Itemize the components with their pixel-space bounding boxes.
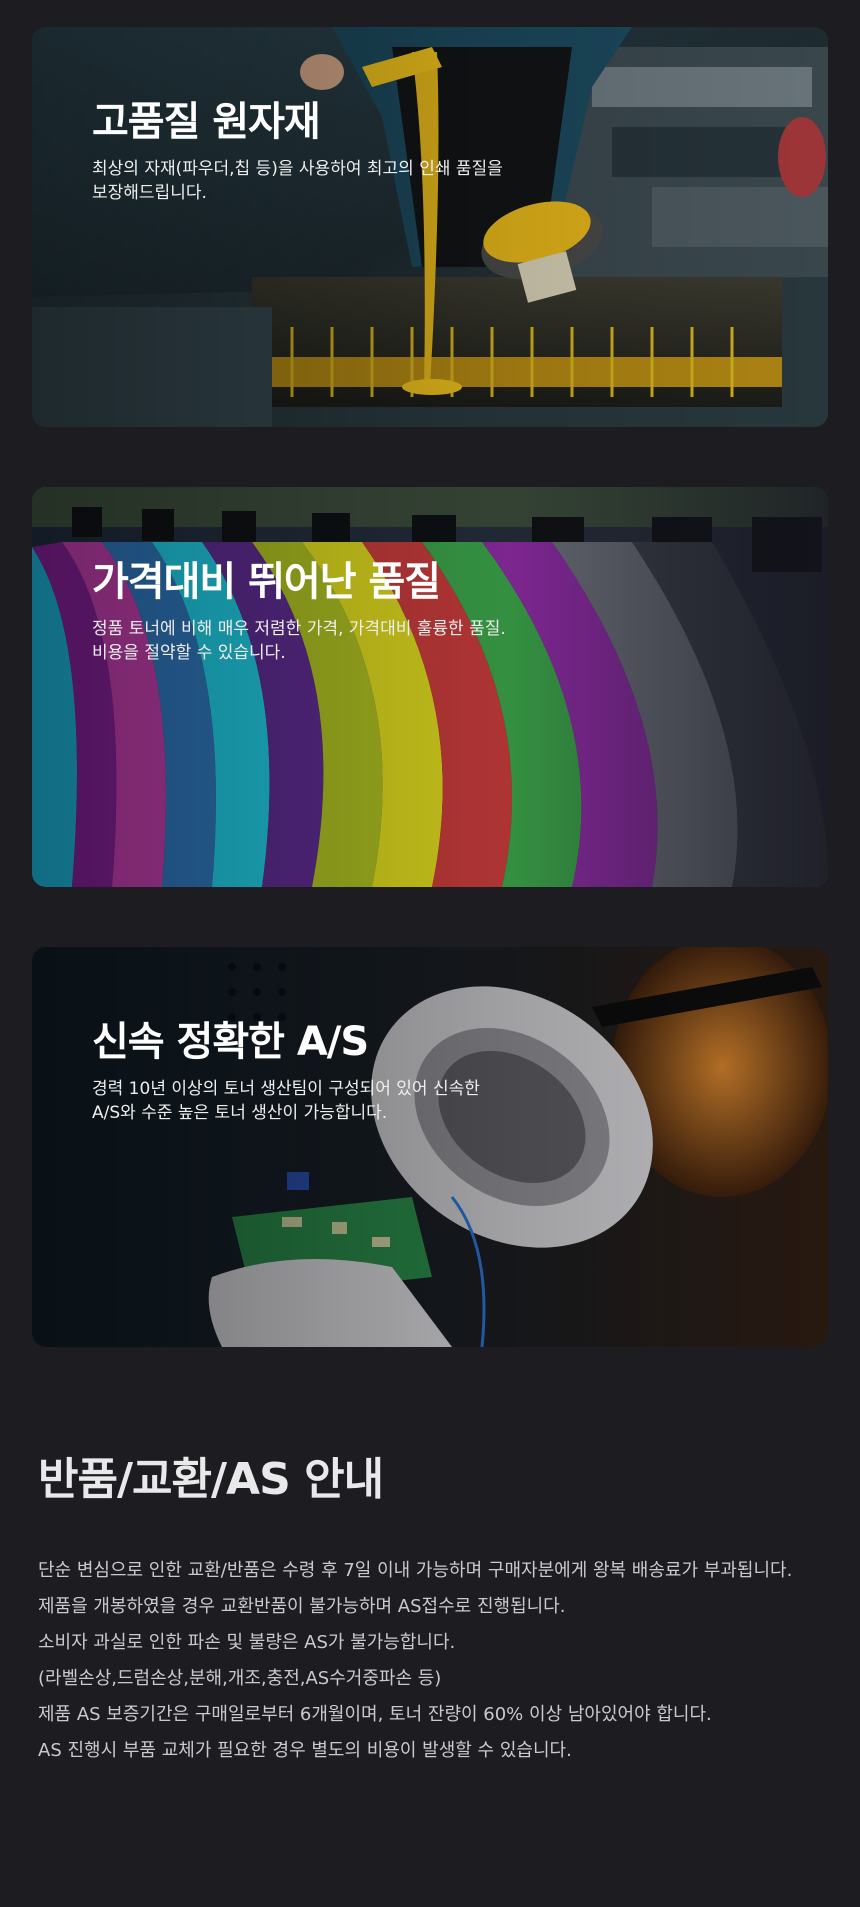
notice-line: AS 진행시 부품 교체가 필요한 경우 별도의 비용이 발생할 수 있습니다. <box>38 1740 572 1761</box>
feature-card-quality: 고품질 원자재 최상의 자재(파우더,칩 등)을 사용하여 최고의 인쇄 품질을… <box>32 27 828 427</box>
feature-description: 경력 10년 이상의 토너 생산팀이 구성되어 있어 신속한 A/S와 수준 높… <box>92 1079 480 1123</box>
dark-gradient-overlay <box>32 487 828 887</box>
notice-title: 반품/교환/AS 안내 <box>38 1454 384 1505</box>
feature-description: 최상의 자재(파우더,칩 등)을 사용하여 최고의 인쇄 품질을 보장해드립니다… <box>92 159 503 203</box>
feature-card-service: 신속 정확한 A/S 경력 10년 이상의 토너 생산팀이 구성되어 있어 신속… <box>32 947 828 1347</box>
notice-line: 소비자 과실로 인한 파손 및 불량은 AS가 불가능합니다. <box>38 1632 456 1653</box>
notice-list: 단순 변심으로 인한 교환/반품은 수령 후 7일 이내 가능하며 구매자분에게… <box>38 1553 838 1769</box>
dark-gradient-overlay <box>32 947 828 1347</box>
feature-title: 가격대비 뛰어난 품질 <box>92 559 441 605</box>
notice-line: 제품을 개봉하였을 경우 교환반품이 불가능하며 AS접수로 진행됩니다. <box>38 1596 566 1617</box>
feature-title: 신속 정확한 A/S <box>92 1019 369 1065</box>
notice-line: 단순 변심으로 인한 교환/반품은 수령 후 7일 이내 가능하며 구매자분에게… <box>38 1560 793 1581</box>
feature-description: 정품 토너에 비해 매우 저렴한 가격, 가격대비 훌륭한 품질. 비용을 절약… <box>92 619 506 663</box>
feature-title: 고품질 원자재 <box>92 99 321 145</box>
notice-line: 제품 AS 보증기간은 구매일로부터 6개월이며, 토너 잔량이 60% 이상 … <box>38 1704 712 1725</box>
notice-line: (라벨손상,드럼손상,분해,개조,충전,AS수거중파손 등) <box>38 1668 442 1689</box>
feature-card-price: 가격대비 뛰어난 품질 정품 토너에 비해 매우 저렴한 가격, 가격대비 훌륭… <box>32 487 828 887</box>
dark-gradient-overlay <box>32 27 828 427</box>
